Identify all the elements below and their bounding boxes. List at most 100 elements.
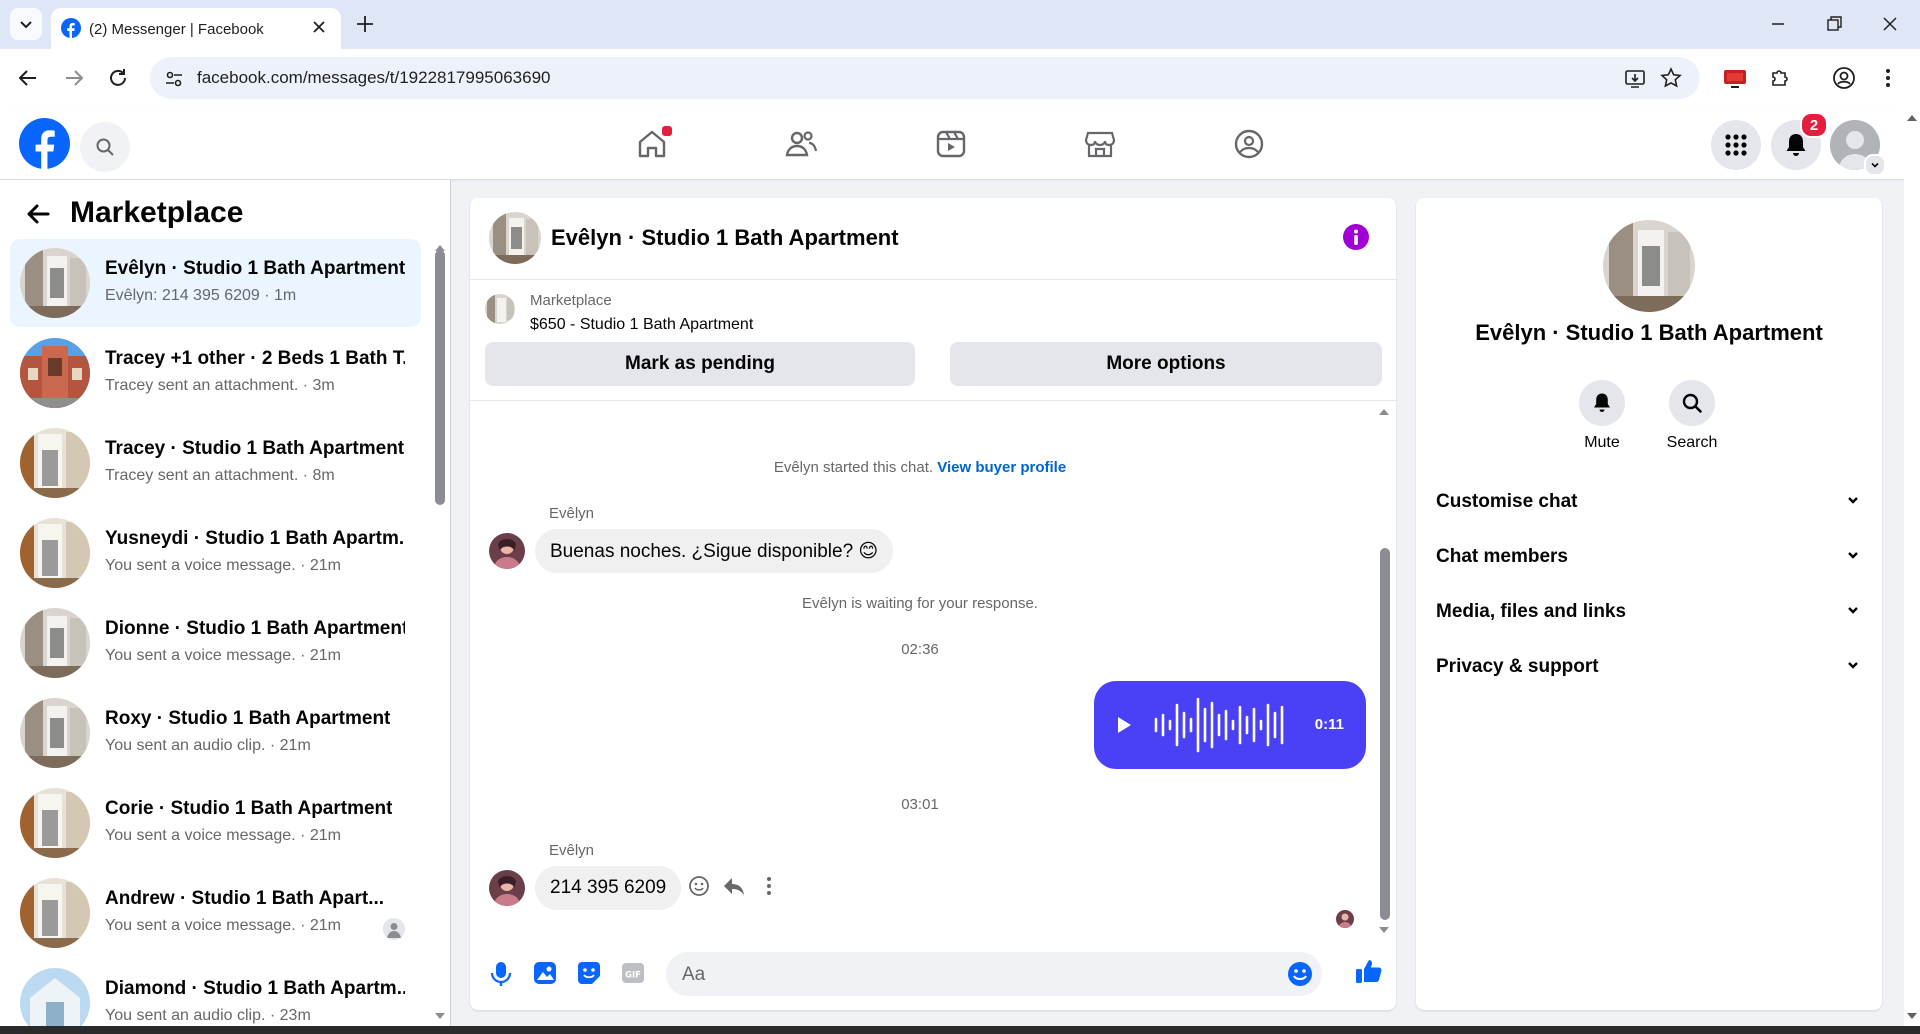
browser-toolbar: facebook.com/messages/t/1922817995063690: [0, 49, 1920, 109]
search-in-conversation-button[interactable]: Search: [1647, 380, 1737, 452]
photo-icon[interactable]: [532, 960, 558, 986]
conversation-item[interactable]: Andrew · Studio 1 Bath Apart... You sent…: [10, 869, 421, 957]
section-label: Chat members: [1436, 546, 1568, 567]
listing-price-title[interactable]: $650 - Studio 1 Bath Apartment: [530, 316, 753, 334]
account-chevron-down-icon[interactable]: [1864, 154, 1886, 176]
media-files-links-section[interactable]: Media, files and links: [1436, 591, 1860, 631]
react-smiley-icon[interactable]: [688, 875, 710, 897]
chat-panel: Evêlyn · Studio 1 Bath Apartment Marketp…: [470, 198, 1396, 1010]
forward-arrow-icon[interactable]: [62, 66, 86, 90]
scroll-down-arrow-icon[interactable]: [1378, 926, 1390, 934]
screen-cast-extension-icon[interactable]: [1722, 66, 1748, 90]
sidebar-scrollbar[interactable]: [435, 250, 445, 505]
friends-icon: [785, 131, 818, 157]
scroll-up-arrow-icon[interactable]: [1906, 114, 1918, 122]
facebook-search-button[interactable]: [80, 122, 130, 172]
bell-icon: [1579, 380, 1625, 426]
extensions-puzzle-icon[interactable]: [1768, 66, 1792, 90]
conversation-item[interactable]: Yusneydi · Studio 1 Bath Apartm... You s…: [10, 509, 421, 597]
install-app-icon[interactable]: [1624, 68, 1646, 90]
conversation-preview: You sent a voice message. · 21m: [105, 557, 341, 574]
chat-scrollbar[interactable]: [1380, 548, 1390, 920]
browser-menu-icon[interactable]: [1884, 66, 1892, 90]
listing-thumbnail: [20, 608, 90, 678]
more-options-button[interactable]: More options: [950, 342, 1382, 386]
address-bar[interactable]: facebook.com/messages/t/1922817995063690: [150, 57, 1700, 99]
menu-button[interactable]: [1711, 120, 1761, 170]
incoming-message[interactable]: 214 395 6209: [535, 866, 682, 910]
read-receipt-avatar: [1336, 910, 1354, 928]
chat-header: Evêlyn · Studio 1 Bath Apartment: [470, 198, 1396, 280]
section-label: Privacy & support: [1436, 656, 1599, 677]
home-notification-dot: [660, 124, 674, 138]
customise-chat-section[interactable]: Customise chat: [1436, 481, 1860, 521]
marketplace-icon: [1084, 131, 1116, 158]
svg-text:GIF: GIF: [625, 971, 641, 981]
chat-avatar[interactable]: [489, 212, 541, 264]
view-buyer-profile-link[interactable]: View buyer profile: [937, 459, 1066, 476]
chevron-down-icon: [20, 21, 32, 29]
browser-profile-icon[interactable]: [1832, 66, 1856, 90]
new-tab-icon[interactable]: [354, 13, 376, 35]
gif-icon[interactable]: GIF: [620, 960, 646, 986]
site-info-icon[interactable]: [164, 69, 184, 89]
nav-marketplace[interactable]: [1072, 122, 1128, 166]
more-actions-icon[interactable]: [766, 875, 772, 897]
play-icon[interactable]: [1116, 716, 1132, 734]
like-thumbs-up-icon[interactable]: [1354, 956, 1384, 986]
conversation-item[interactable]: Tracey +1 other · 2 Beds 1 Bath T... Tra…: [10, 329, 421, 417]
emoji-icon[interactable]: [1286, 960, 1314, 988]
listing-thumbnail: [20, 788, 90, 858]
scroll-down-arrow-icon[interactable]: [1906, 1012, 1918, 1020]
chat-members-section[interactable]: Chat members: [1436, 536, 1860, 576]
bookmark-star-icon[interactable]: [1660, 67, 1682, 89]
outgoing-voice-message[interactable]: 0:11: [1094, 681, 1366, 769]
nav-video[interactable]: [923, 122, 979, 166]
search-icon: [1669, 380, 1715, 426]
sender-avatar[interactable]: [489, 533, 525, 569]
tab-search-button[interactable]: [10, 8, 42, 40]
reply-arrow-icon[interactable]: [722, 875, 746, 897]
facebook-logo-icon[interactable]: [19, 118, 70, 169]
conversation-name: Corie · Studio 1 Bath Apartment: [105, 798, 393, 819]
mute-button[interactable]: Mute: [1557, 380, 1647, 452]
nav-friends[interactable]: [773, 122, 829, 166]
back-arrow-icon[interactable]: [16, 66, 40, 90]
nav-home[interactable]: [624, 122, 680, 166]
back-arrow-icon[interactable]: [24, 200, 52, 228]
listing-thumbnail: [20, 518, 90, 588]
browser-tab[interactable]: (2) Messenger | Facebook: [51, 8, 341, 49]
scroll-up-arrow-icon[interactable]: [1378, 408, 1390, 416]
video-icon: [936, 130, 966, 158]
conversation-item[interactable]: Evêlyn · Studio 1 Bath Apartment Evêlyn:…: [10, 239, 421, 327]
conversation-name: Evêlyn · Studio 1 Bath Apartment: [105, 258, 405, 279]
chat-title[interactable]: Evêlyn · Studio 1 Bath Apartment: [551, 225, 899, 251]
conversation-item[interactable]: Dionne · Studio 1 Bath Apartment You sen…: [10, 599, 421, 687]
conversation-item[interactable]: Corie · Studio 1 Bath Apartment You sent…: [10, 779, 421, 867]
info-avatar[interactable]: [1603, 220, 1695, 312]
listing-thumbnail: [485, 294, 515, 324]
scroll-down-arrow-icon[interactable]: [434, 1012, 446, 1020]
restore-icon[interactable]: [1822, 12, 1846, 36]
conversation-item[interactable]: Roxy · Studio 1 Bath Apartment You sent …: [10, 689, 421, 777]
page-scrollbar[interactable]: [1904, 108, 1920, 1026]
sender-avatar[interactable]: [489, 870, 525, 906]
microphone-icon[interactable]: [488, 960, 514, 988]
nav-gaming[interactable]: [1221, 122, 1277, 166]
tab-title: (2) Messenger | Facebook: [89, 21, 264, 38]
sticker-icon[interactable]: [576, 960, 602, 986]
conversation-item[interactable]: Diamond · Studio 1 Bath Apartm... You se…: [10, 959, 421, 1026]
reload-icon[interactable]: [106, 66, 130, 90]
info-icon[interactable]: [1342, 223, 1370, 251]
incoming-message[interactable]: Buenas noches. ¿Sigue disponible? 😊: [535, 529, 894, 573]
close-window-icon[interactable]: [1878, 12, 1902, 36]
conversation-preview: You sent a voice message. · 21m: [105, 647, 341, 664]
tab-close-icon[interactable]: [309, 17, 329, 37]
privacy-support-section[interactable]: Privacy & support: [1436, 646, 1860, 686]
minimize-icon[interactable]: [1766, 12, 1790, 36]
taskbar-edge: [0, 1026, 1920, 1034]
search-label: Search: [1666, 434, 1718, 451]
mark-as-pending-button[interactable]: Mark as pending: [485, 342, 915, 386]
message-input[interactable]: Aa: [666, 952, 1322, 996]
conversation-item[interactable]: Tracey · Studio 1 Bath Apartment Tracey …: [10, 419, 421, 507]
